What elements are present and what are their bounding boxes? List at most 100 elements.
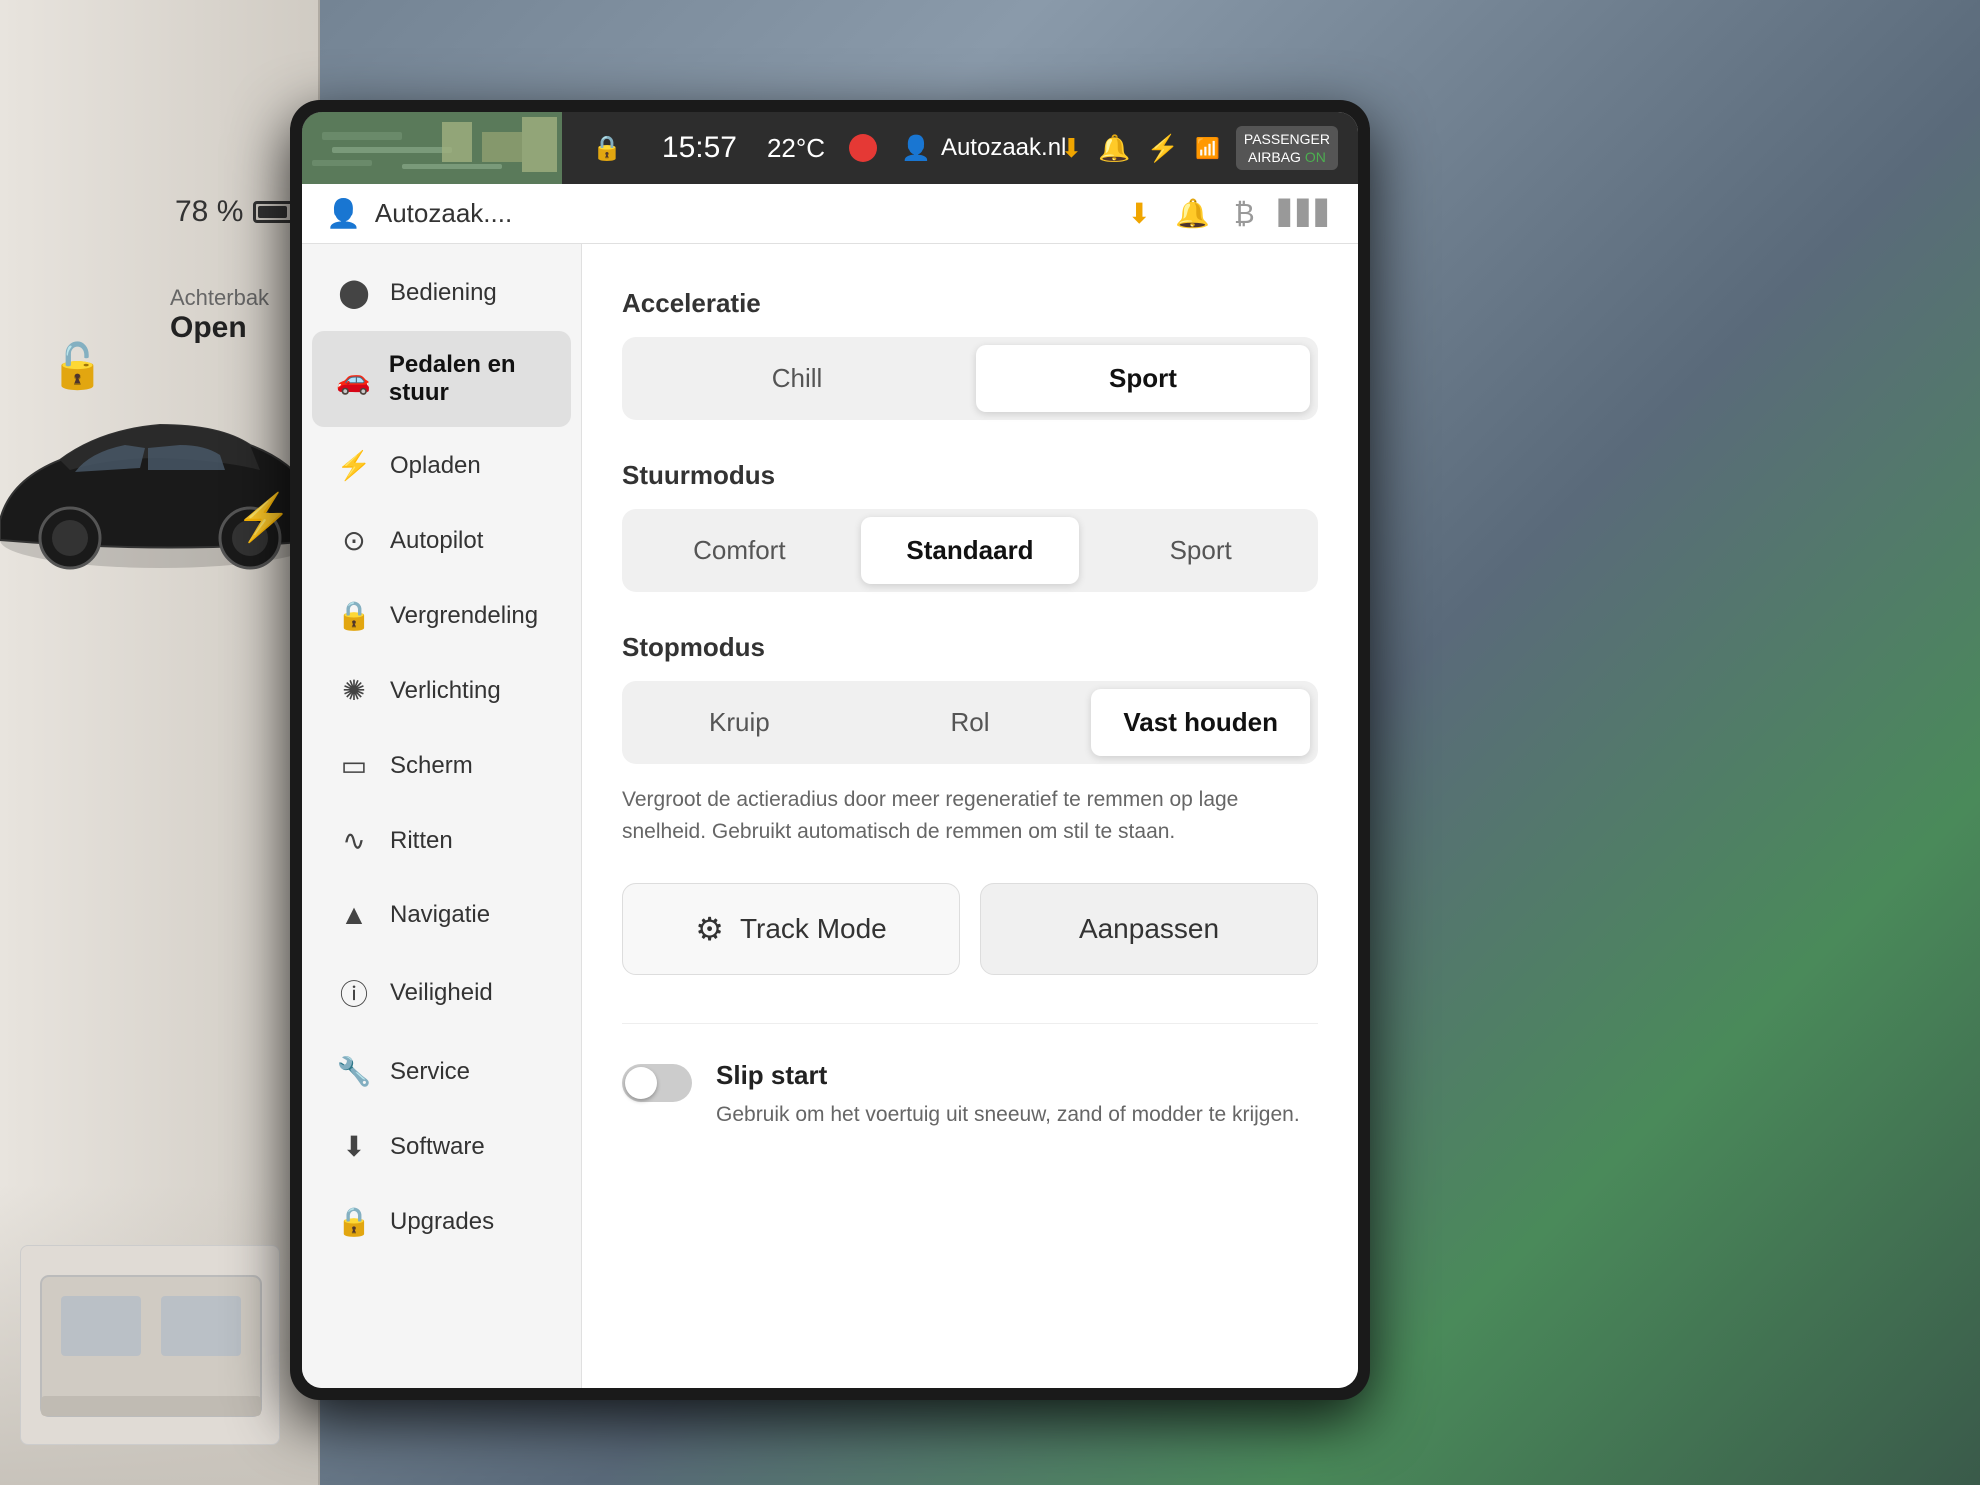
- stopmodus-vast-houden-btn[interactable]: Vast houden: [1091, 689, 1310, 756]
- acceleratie-title: Acceleratie: [622, 288, 1318, 319]
- car-silhouette: [0, 380, 340, 585]
- sidebar-item-verlichting[interactable]: ✺ Verlichting: [312, 654, 571, 727]
- stopmodus-title: Stopmodus: [622, 632, 1318, 663]
- sidebar-label-pedalen: Pedalen en stuur: [389, 351, 547, 407]
- user-action-icons: ⬇ 🔔 ₿ ▋▋▋: [1128, 197, 1334, 230]
- bell-user-icon: 🔔: [1175, 197, 1210, 230]
- sidebar-item-bediening[interactable]: ⬤ Bediening: [312, 256, 571, 329]
- bluetooth-icon: ⚡: [1147, 133, 1179, 164]
- trunk-value: Open: [170, 311, 269, 345]
- sidebar-item-ritten[interactable]: ∿ Ritten: [312, 804, 571, 877]
- sidebar-label-navigatie: Navigatie: [390, 901, 490, 929]
- sidebar: ⬤ Bediening 🚗 Pedalen en stuur ⚡ Opladen…: [302, 244, 582, 1388]
- sidebar-label-scherm: Scherm: [390, 752, 473, 780]
- sidebar-item-navigatie[interactable]: ▲ Navigatie: [312, 879, 571, 951]
- status-bar: 🔒 15:57 22°C 👤 Autozaak.nl ⬇ 🔔 ⚡ 📶 PASSE…: [302, 112, 1358, 184]
- stopmodus-btn-group: Kruip Rol Vast houden: [622, 681, 1318, 764]
- slip-start-title: Slip start: [716, 1060, 1300, 1091]
- bluetooth-user-icon: ₿: [1234, 198, 1255, 230]
- bolt-icon: ⚡: [336, 449, 372, 482]
- upgrades-icon: 🔒: [336, 1205, 372, 1238]
- sidebar-label-ritten: Ritten: [390, 827, 453, 855]
- sidebar-item-scherm[interactable]: ▭ Scherm: [312, 729, 571, 802]
- stuurmodus-standaard-btn[interactable]: Standaard: [861, 517, 1080, 584]
- sidebar-item-software[interactable]: ⬇ Software: [312, 1110, 571, 1183]
- car-icon: 🚗: [336, 363, 371, 396]
- slip-start-toggle[interactable]: [622, 1064, 692, 1102]
- sidebar-label-verlichting: Verlichting: [390, 677, 501, 705]
- sidebar-item-veiligheid[interactable]: ⓘ Veiligheid: [312, 953, 571, 1033]
- sidebar-label-service: Service: [390, 1058, 470, 1086]
- sidebar-label-veiligheid: Veiligheid: [390, 979, 493, 1007]
- stuurmodus-btn-group: Comfort Standaard Sport: [622, 509, 1318, 592]
- status-lock-icon: 🔒: [592, 134, 622, 163]
- action-row: ⚙ Track Mode Aanpassen: [622, 883, 1318, 975]
- wrench-icon: 🔧: [336, 1055, 372, 1088]
- track-mode-icon: ⚙: [695, 910, 724, 948]
- track-mode-label: Track Mode: [740, 913, 887, 945]
- stuurmodus-sport-btn[interactable]: Sport: [1091, 517, 1310, 584]
- download-user-icon: ⬇: [1128, 197, 1151, 230]
- signal-icon: 📶: [1195, 136, 1220, 161]
- stopmodus-kruip-btn[interactable]: Kruip: [630, 689, 849, 756]
- toggle-icon: ⬤: [336, 276, 372, 309]
- acceleratie-chill-btn[interactable]: Chill: [630, 345, 964, 412]
- battery-fill: [258, 206, 287, 218]
- charge-bolt-icon: ⚡: [235, 490, 292, 545]
- settings-panel: Acceleratie Chill Sport Stuurmodus Comfo…: [582, 244, 1358, 1388]
- main-content: ⬤ Bediening 🚗 Pedalen en stuur ⚡ Opladen…: [302, 244, 1358, 1388]
- nav-label: Autozaak.nl: [941, 134, 1066, 162]
- acceleratie-sport-btn[interactable]: Sport: [976, 345, 1310, 412]
- user-name: Autozaak....: [375, 198, 1128, 229]
- aanpassen-btn[interactable]: Aanpassen: [980, 883, 1318, 975]
- sidebar-item-autopilot[interactable]: ⊙ Autopilot: [312, 504, 571, 577]
- user-profile-icon: 👤: [326, 197, 361, 230]
- software-icon: ⬇: [336, 1130, 372, 1163]
- status-right-icons: ⬇ 🔔 ⚡ 📶 PASSENGERAIRBAG ON: [1060, 126, 1338, 170]
- route-icon: ∿: [336, 824, 372, 857]
- stopmodus-description: Vergroot de actieradius door meer regene…: [622, 784, 1318, 847]
- nav-icon: ▲: [336, 899, 372, 931]
- sidebar-label-software: Software: [390, 1133, 485, 1161]
- stuurmodus-title: Stuurmodus: [622, 460, 1318, 491]
- status-record-icon: [849, 134, 877, 162]
- car-bottom-image: [20, 1245, 280, 1445]
- download-icon: ⬇: [1060, 133, 1082, 164]
- status-temp: 22°C: [767, 133, 825, 164]
- slip-start-section: Slip start Gebruik om het voertuig uit s…: [622, 1023, 1318, 1131]
- screen-icon: ▭: [336, 749, 372, 782]
- map-thumbnail: [302, 112, 562, 184]
- person-icon: 👤: [901, 134, 931, 163]
- sidebar-label-opladen: Opladen: [390, 452, 481, 480]
- sidebar-item-pedalen[interactable]: 🚗 Pedalen en stuur: [312, 331, 571, 427]
- stopmodus-rol-btn[interactable]: Rol: [861, 689, 1080, 756]
- battery-percent: 78 %: [175, 195, 243, 229]
- sidebar-label-bediening: Bediening: [390, 279, 497, 307]
- slip-start-row: Slip start Gebruik om het voertuig uit s…: [622, 1060, 1318, 1131]
- sidebar-label-autopilot: Autopilot: [390, 527, 483, 555]
- sidebar-item-opladen[interactable]: ⚡ Opladen: [312, 429, 571, 502]
- safety-icon: ⓘ: [336, 973, 372, 1013]
- sidebar-item-service[interactable]: 🔧 Service: [312, 1035, 571, 1108]
- trunk-label: Achterbak: [170, 285, 269, 311]
- slip-start-description: Gebruik om het voertuig uit sneeuw, zand…: [716, 1099, 1300, 1131]
- sidebar-item-vergrendeling[interactable]: 🔒 Vergrendeling: [312, 579, 571, 652]
- status-nav: 👤 Autozaak.nl: [901, 134, 1066, 163]
- acceleratie-btn-group: Chill Sport: [622, 337, 1318, 420]
- bell-icon: 🔔: [1098, 133, 1130, 164]
- stuurmodus-comfort-btn[interactable]: Comfort: [630, 517, 849, 584]
- track-mode-btn[interactable]: ⚙ Track Mode: [622, 883, 960, 975]
- trunk-status: Achterbak Open: [170, 285, 269, 345]
- passenger-airbag-badge: PASSENGERAIRBAG ON: [1236, 126, 1338, 170]
- lock-sidebar-icon: 🔒: [336, 599, 372, 632]
- tesla-screen-frame: 🔒 15:57 22°C 👤 Autozaak.nl ⬇ 🔔 ⚡ 📶 PASSE…: [290, 100, 1370, 1400]
- battery-display: 78 %: [175, 195, 303, 229]
- car-interior-left: 78 % Achterbak Open 🔓 ⚡: [0, 0, 320, 1485]
- screen-inner: 🔒 15:57 22°C 👤 Autozaak.nl ⬇ 🔔 ⚡ 📶 PASSE…: [302, 112, 1358, 1388]
- light-icon: ✺: [336, 674, 372, 707]
- sidebar-item-upgrades[interactable]: 🔒 Upgrades: [312, 1185, 571, 1258]
- toggle-knob: [625, 1067, 657, 1099]
- user-bar: 👤 Autozaak.... ⬇ 🔔 ₿ ▋▋▋: [302, 184, 1358, 244]
- status-time: 15:57: [662, 131, 737, 165]
- sidebar-label-vergrendeling: Vergrendeling: [390, 602, 538, 630]
